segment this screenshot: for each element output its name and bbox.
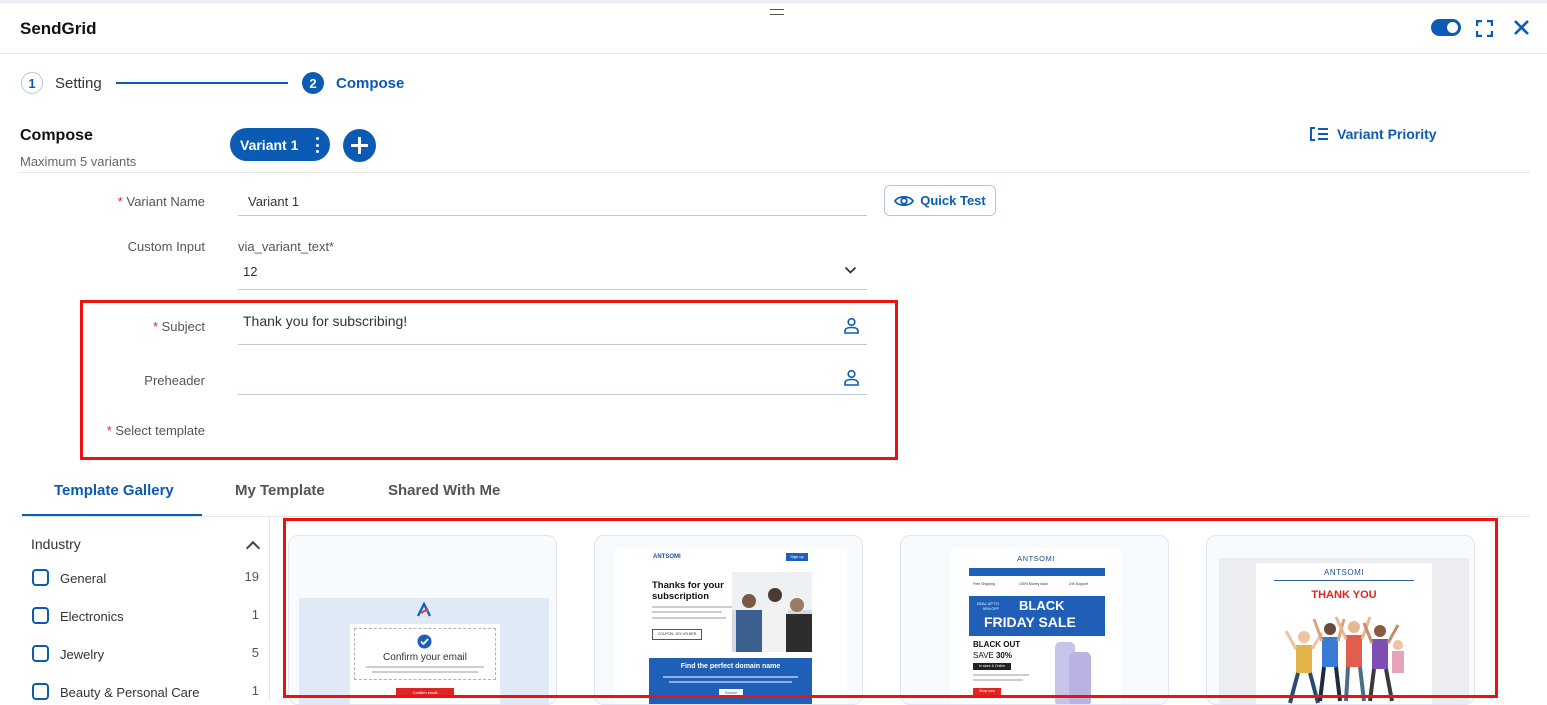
custom-input-underline <box>238 289 867 290</box>
variant-tab-label: Variant 1 <box>240 136 299 153</box>
step-2-label[interactable]: Compose <box>336 75 404 92</box>
step-2-indicator[interactable]: 2 <box>302 72 324 94</box>
fullscreen-icon[interactable] <box>1476 20 1493 37</box>
filter-checkbox[interactable] <box>32 645 49 662</box>
filter-checkbox[interactable] <box>32 607 49 624</box>
filter-label-beauty[interactable]: Beauty & Personal Care <box>60 685 199 700</box>
variant-name-label: * Variant Name <box>20 194 205 209</box>
custom-input-label: Custom Input <box>127 239 205 254</box>
personalize-icon[interactable] <box>843 369 860 386</box>
quick-test-button[interactable]: Quick Test <box>884 185 996 216</box>
filter-count: 1 <box>251 607 259 622</box>
required-mark: * <box>152 319 158 334</box>
filter-industry-title[interactable]: Industry <box>31 536 81 552</box>
compose-divider <box>20 172 1530 173</box>
add-variant-button[interactable] <box>343 129 376 162</box>
filter-count: 19 <box>244 569 259 584</box>
chevron-down-icon[interactable] <box>844 266 857 275</box>
quick-test-label: Quick Test <box>920 193 986 208</box>
variant-name-underline <box>238 215 867 216</box>
filter-checkbox[interactable] <box>32 569 49 586</box>
compose-title: Compose <box>20 127 93 144</box>
subject-label: * Subject <box>20 319 205 334</box>
variant-priority-label: Variant Priority <box>1337 126 1437 142</box>
select-template-label-text: Select template <box>115 423 205 438</box>
required-mark: * <box>106 423 112 438</box>
tab-template-gallery[interactable]: Template Gallery <box>54 482 174 499</box>
step-connector <box>116 82 288 84</box>
more-options-icon[interactable] <box>316 137 320 153</box>
eye-icon <box>894 195 915 206</box>
filter-count: 5 <box>251 645 259 660</box>
custom-input-field-label: via_variant_text* <box>238 239 335 254</box>
top-edge <box>0 0 1547 3</box>
active-tab-indicator <box>22 514 202 516</box>
tab-my-template[interactable]: My Template <box>235 482 325 499</box>
preheader-label: Preheader <box>144 373 205 388</box>
toggle-switch[interactable] <box>1431 19 1461 36</box>
tabs-divider <box>20 516 1530 517</box>
chevron-up-icon[interactable] <box>245 540 261 556</box>
personalize-icon[interactable] <box>843 317 860 334</box>
subject-underline <box>238 344 867 345</box>
filter-label-electronics[interactable]: Electronics <box>60 609 124 624</box>
tab-shared-with-me[interactable]: Shared With Me <box>388 482 500 499</box>
subject-label-text: Subject <box>161 319 205 334</box>
preheader-underline <box>238 394 867 395</box>
app-title: SendGrid <box>20 19 97 38</box>
close-icon[interactable] <box>1513 19 1530 36</box>
required-mark: * <box>117 194 123 209</box>
step-1-label[interactable]: Setting <box>55 75 102 92</box>
filter-checkbox[interactable] <box>32 683 49 700</box>
drag-handle-icon[interactable] <box>770 9 784 15</box>
compose-subtitle: Maximum 5 variants <box>20 154 137 169</box>
custom-input-select[interactable]: 12 <box>243 264 257 279</box>
header-divider <box>0 53 1547 54</box>
highlight-box <box>283 518 1498 698</box>
filter-label-jewelry[interactable]: Jewelry <box>60 647 104 662</box>
variant-tab[interactable]: Variant 1 <box>230 128 330 161</box>
variant-priority-button[interactable]: Variant Priority <box>1309 126 1437 142</box>
sidebar-divider <box>269 517 270 700</box>
filter-label-general[interactable]: General <box>60 571 106 586</box>
subject-input[interactable]: Thank you for subscribing! <box>243 313 407 329</box>
filter-count: 1 <box>251 683 259 698</box>
step-1-indicator[interactable]: 1 <box>21 72 43 94</box>
priority-list-icon <box>1310 127 1328 141</box>
variant-name-input[interactable]: Variant 1 <box>248 194 299 209</box>
variant-name-label-text: Variant Name <box>126 194 205 209</box>
select-template-label: * Select template <box>20 423 205 438</box>
